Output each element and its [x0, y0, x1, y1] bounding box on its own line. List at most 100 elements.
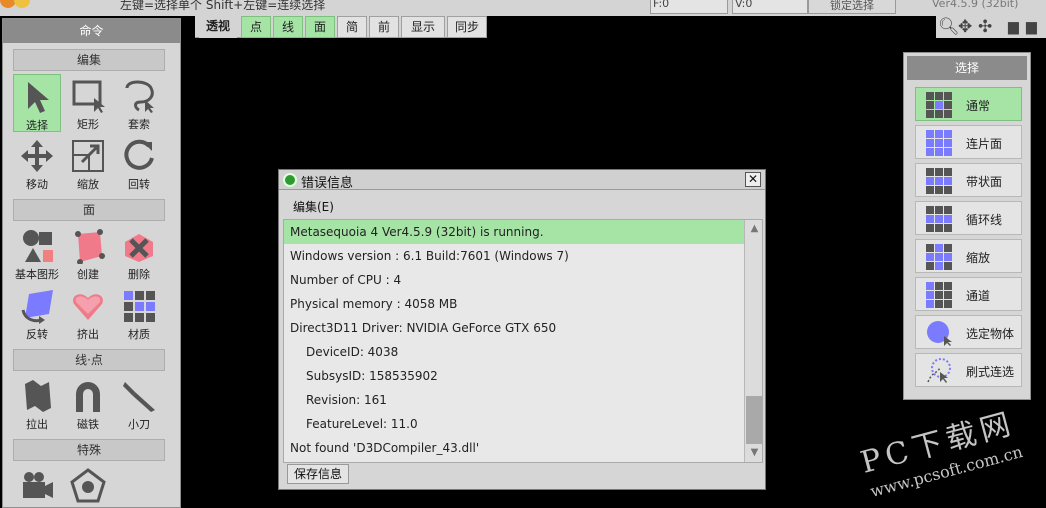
info-line[interactable]: Revision: 161	[284, 388, 744, 412]
brush-select-icon	[926, 358, 952, 384]
tool-button[interactable]: 挤出	[64, 284, 112, 342]
view-toolbar-button[interactable]: 显示	[401, 16, 445, 38]
view-toolbar-button[interactable]: 线	[273, 16, 303, 38]
info-line[interactable]: SubsysID: 158535902	[284, 364, 744, 388]
tool-button[interactable]: 矩形	[64, 74, 112, 132]
monitor-icon[interactable]: ▆	[1008, 17, 1019, 37]
select-mode-button[interactable]: 刷式连选	[915, 353, 1022, 387]
grid-belt-icon	[926, 168, 952, 194]
command-panel: 命令 编集 选择 矩形 套索 移动 缩放 回转 面 基本图形 创建 删除 反转 挤出 材质 线·点 …	[2, 18, 181, 508]
scrollbar[interactable]: ▲ ▼	[744, 220, 762, 462]
info-line[interactable]: Metasequoia 4 Ver4.5.9 (32bit) is runnin…	[284, 220, 744, 244]
flip-face-icon	[19, 288, 55, 324]
tool-button[interactable]: 创建	[64, 224, 112, 282]
zoom-icon[interactable]: 🔍︎	[938, 17, 960, 37]
tool-label: 小刀	[128, 418, 150, 431]
section-edit-title: 编集	[13, 49, 165, 71]
scroll-up-icon[interactable]: ▲	[745, 220, 762, 238]
create-face-icon	[70, 228, 106, 265]
tool-label: 材质	[128, 328, 150, 341]
select-mode-label: 选定物体	[966, 327, 1015, 341]
select-mode-button[interactable]: 缩放	[915, 239, 1022, 273]
lock-select-button[interactable]: 锁定选择	[808, 0, 896, 14]
lasso-icon	[121, 78, 157, 114]
tool-label: 选择	[26, 119, 48, 132]
tool-button[interactable]: 拉出	[13, 374, 61, 432]
info-line[interactable]: DeviceID: 4038	[284, 340, 744, 364]
rotate-icon	[121, 138, 157, 174]
tool-label: 删除	[128, 268, 150, 281]
tool-label: 挤出	[77, 328, 99, 341]
knife-icon	[121, 378, 157, 414]
dialog-title-bar[interactable]: 错误信息 ✕	[279, 170, 765, 191]
select-mode-button[interactable]: 选定物体	[915, 315, 1022, 349]
material-grid-icon	[121, 288, 157, 324]
tool-button[interactable]: 删除	[115, 224, 163, 282]
select-panel: 选择 通常连片面带状面循环线缩放通道选定物体刷式连选	[903, 52, 1031, 400]
tool-button[interactable]: 小刀	[115, 374, 163, 432]
tool-button[interactable]: 磁铁	[64, 374, 112, 432]
tool-label: 创建	[77, 268, 99, 281]
scroll-down-icon[interactable]: ▼	[745, 444, 762, 462]
section-face: 面 基本图形 创建 删除 反转 挤出 材质	[13, 199, 165, 341]
magnet-icon	[70, 378, 106, 414]
select-mode-button[interactable]: 通常	[915, 87, 1022, 121]
select-mode-button[interactable]: 带状面	[915, 163, 1022, 197]
tool-button[interactable]: 移动	[13, 134, 61, 192]
select-mode-button[interactable]: 循环线	[915, 201, 1022, 235]
tool-button[interactable]: 基本图形	[13, 224, 61, 282]
tool-label: 缩放	[77, 178, 99, 191]
close-button[interactable]: ✕	[745, 172, 761, 187]
tool-button[interactable]: 选择	[13, 74, 61, 132]
pentagon-icon	[70, 468, 106, 504]
save-info-button[interactable]: 保存信息	[287, 464, 349, 484]
tool-label: 拉出	[26, 418, 48, 431]
info-line[interactable]: Physical memory : 4058 MB	[284, 292, 744, 316]
tool-button[interactable]: 材质	[115, 284, 163, 342]
pull-out-icon	[19, 378, 55, 414]
view-toolbar-button[interactable]: 同步	[447, 16, 487, 38]
app-logo	[0, 0, 36, 10]
tool-button[interactable]: 反转	[13, 284, 61, 342]
view-toolbar-button[interactable]: 简	[337, 16, 367, 38]
pan-icon[interactable]: ✣	[978, 17, 992, 37]
tool-button[interactable]: 凸起	[64, 464, 112, 508]
scale-icon	[70, 138, 106, 174]
view-toolbar-button[interactable]: 透视	[199, 16, 237, 38]
tool-button[interactable]: 套索	[115, 74, 163, 132]
grid-loop-icon	[926, 206, 952, 232]
info-line[interactable]: Number of CPU : 4	[284, 268, 744, 292]
monitor-icon-2[interactable]: ▆	[1026, 17, 1037, 37]
delete-icon	[121, 228, 157, 264]
error-info-list[interactable]: Metasequoia 4 Ver4.5.9 (32bit) is runnin…	[283, 219, 763, 463]
dialog-title: 错误信息	[301, 176, 354, 191]
view-toolbar-button[interactable]: 面	[305, 16, 335, 38]
scroll-thumb[interactable]	[746, 396, 762, 444]
info-line[interactable]: FeatureLevel: 11.0	[284, 412, 744, 436]
select-mode-button[interactable]: 通道	[915, 277, 1022, 311]
tool-button[interactable]: 缩放	[64, 134, 112, 192]
move-view-icon[interactable]: ✥	[958, 17, 972, 37]
tool-label: 移动	[26, 178, 48, 191]
info-line[interactable]: Windows version : 6.1 Build:7601 (Window…	[284, 244, 744, 268]
tool-button[interactable]: 视点	[13, 464, 61, 508]
view-toolbar-button[interactable]: 点	[241, 16, 271, 38]
select-mode-label: 缩放	[966, 251, 991, 265]
view-toolbar-button[interactable]: 前	[369, 16, 399, 38]
menu-edit[interactable]: 编集(E)	[287, 196, 340, 216]
select-mode-label: 通道	[966, 289, 991, 303]
extrude-heart-icon	[70, 288, 106, 324]
select-mode-button[interactable]: 连片面	[915, 125, 1022, 159]
tool-label: 反转	[26, 328, 48, 341]
section-edit: 编集 选择 矩形 套索移动 缩放 回转	[13, 49, 165, 191]
view-toolbar: 透视点线面简前显示 同步	[195, 16, 487, 38]
select-panel-title: 选择	[907, 56, 1027, 80]
info-line[interactable]: Direct3D11 Driver: NVIDIA GeForce GTX 65…	[284, 316, 744, 340]
tool-label: 套索	[128, 118, 150, 131]
rectangle-select-icon	[70, 78, 106, 114]
status-strip: 左键=选择单个 Shift+左键=连续选择 F:0 V:0 锁定选择 Ver4.…	[0, 0, 1046, 16]
info-line[interactable]: Not found 'D3DCompiler_43.dll'	[284, 436, 744, 460]
grid-normal-icon	[926, 92, 952, 118]
tool-label: 回转	[128, 178, 150, 191]
tool-button[interactable]: 回转	[115, 134, 163, 192]
